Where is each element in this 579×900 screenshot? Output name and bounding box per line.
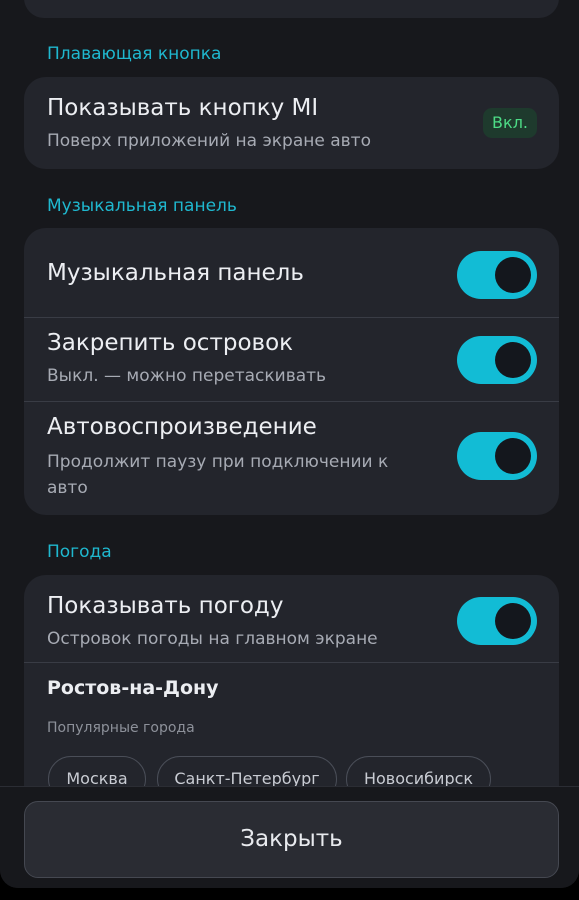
divider (24, 662, 559, 663)
show-mi-button-title: Показывать кнопку MI (47, 95, 319, 121)
floating-button-card: Показывать кнопку MI Поверх приложений н… (24, 77, 559, 169)
toggle-knob (495, 257, 531, 293)
city-chip-moscow[interactable]: Москва (48, 756, 146, 788)
section-title-music-panel: Музыкальная панель (47, 196, 237, 216)
autoplay-row[interactable]: Автовоспроизведение Продолжит паузу при … (24, 402, 559, 515)
music-panel-row[interactable]: Музыкальная панель (24, 228, 559, 317)
autoplay-title: Автовоспроизведение (47, 414, 317, 440)
selected-city[interactable]: Ростов-на-Дону (47, 677, 219, 699)
section-title-weather: Погода (47, 542, 112, 562)
show-weather-title: Показывать погоду (47, 593, 284, 619)
close-button[interactable]: Закрыть (24, 801, 559, 878)
pin-island-row[interactable]: Закрепить островок Выкл. — можно перетас… (24, 318, 559, 401)
toggle-knob (495, 342, 531, 378)
settings-scroll-area[interactable]: Плавающая кнопка Показывать кнопку MI По… (0, 0, 579, 788)
show-weather-subtitle: Островок погоды на главном экране (47, 629, 378, 649)
popular-cities-label: Популярные города (47, 720, 195, 736)
music-panel-toggle[interactable] (457, 251, 537, 299)
pin-island-toggle[interactable] (457, 336, 537, 384)
show-weather-row[interactable]: Показывать погоду Островок погоды на гла… (24, 575, 559, 662)
pin-island-title: Закрепить островок (47, 330, 294, 356)
toggle-knob (495, 438, 531, 474)
music-panel-card: Музыкальная панель Закрепить островок Вы… (24, 228, 559, 515)
settings-sheet: Плавающая кнопка Показывать кнопку MI По… (0, 0, 579, 888)
city-chip-novosibirsk[interactable]: Новосибирск (346, 756, 491, 788)
autoplay-subtitle: Продолжит паузу при подключении к авто (47, 452, 389, 498)
section-title-floating-button: Плавающая кнопка (47, 44, 222, 64)
status-badge[interactable]: Вкл. (483, 108, 537, 138)
city-chip-saint-petersburg[interactable]: Санкт-Петербург (157, 756, 337, 788)
toggle-knob (495, 603, 531, 639)
weather-card: Показывать погоду Островок погоды на гла… (24, 575, 559, 788)
show-weather-toggle[interactable] (457, 597, 537, 645)
bottom-action-bar: Закрыть (0, 786, 579, 888)
pin-island-subtitle: Выкл. — можно перетаскивать (47, 366, 327, 386)
previous-card-fragment (24, 0, 559, 18)
music-panel-title: Музыкальная панель (47, 260, 304, 286)
show-mi-button-subtitle: Поверх приложений на экране авто (47, 131, 371, 151)
autoplay-toggle[interactable] (457, 432, 537, 480)
